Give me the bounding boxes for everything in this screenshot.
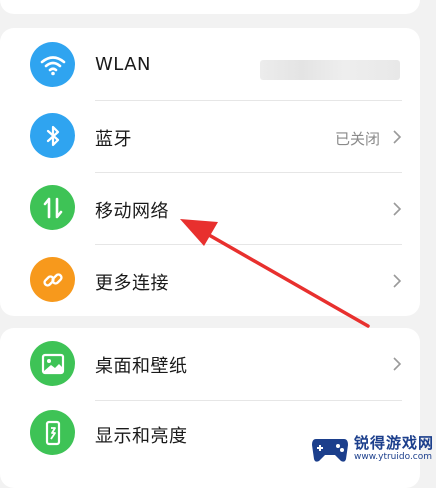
wifi-icon xyxy=(30,42,75,87)
settings-item-mobile-network[interactable]: 移动网络 xyxy=(0,172,420,244)
watermark-brand: 锐得游戏网 xyxy=(354,434,435,452)
mobile-data-icon xyxy=(30,185,75,230)
image-icon xyxy=(30,341,75,386)
mobile-network-label: 移动网络 xyxy=(95,201,169,222)
bluetooth-status: 已关闭 xyxy=(334,130,380,148)
desktop-wallpaper-label: 桌面和壁纸 xyxy=(95,356,188,377)
more-connections-label: 更多连接 xyxy=(95,273,169,294)
wlan-network-name-redacted xyxy=(260,60,400,80)
watermark: 锐得游戏网 www.ytruido.com xyxy=(310,428,436,470)
chevron-right-icon xyxy=(392,201,402,221)
phone-brightness-icon xyxy=(30,410,75,455)
watermark-url: www.ytruido.com xyxy=(354,452,433,462)
settings-item-desktop-wallpaper[interactable]: 桌面和壁纸 xyxy=(0,328,420,400)
previous-group-card xyxy=(0,0,420,14)
chevron-right-icon xyxy=(392,273,402,293)
bluetooth-label: 蓝牙 xyxy=(95,129,132,150)
link-icon xyxy=(30,257,75,302)
chevron-right-icon xyxy=(392,356,402,376)
gamepad-logo-icon xyxy=(312,439,348,462)
settings-item-more-connections[interactable]: 更多连接 xyxy=(0,244,420,316)
display-brightness-label: 显示和亮度 xyxy=(95,426,188,447)
settings-item-bluetooth[interactable]: 蓝牙 已关闭 xyxy=(0,100,420,172)
wlan-label: WLAN xyxy=(95,54,152,75)
bluetooth-icon xyxy=(30,113,75,158)
chevron-right-icon xyxy=(392,129,402,149)
